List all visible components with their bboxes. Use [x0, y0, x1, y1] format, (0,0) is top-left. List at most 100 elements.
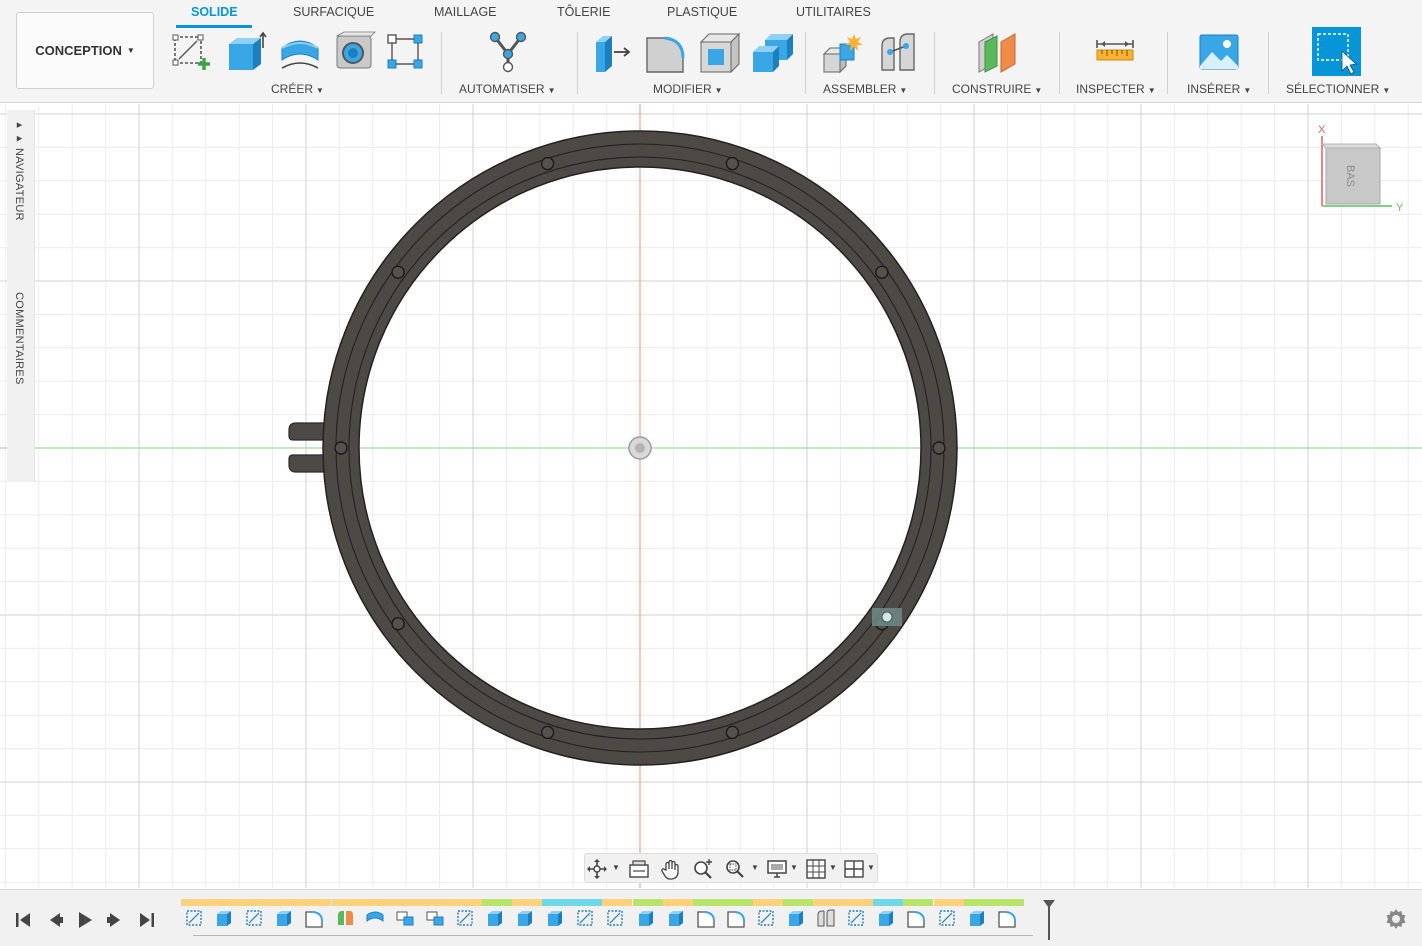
timeline-group-bar: [572, 899, 603, 906]
step-back-icon[interactable]: [44, 909, 66, 931]
insert-image-icon[interactable]: [1197, 30, 1241, 74]
select-menu[interactable]: SÉLECTIONNER ▼: [1286, 82, 1390, 96]
step-forward-icon[interactable]: [104, 909, 126, 931]
timeline-feature-extrude[interactable]: [635, 907, 657, 929]
zoom-dropdown-caret[interactable]: ▼: [751, 863, 759, 872]
timeline-feature-fillet[interactable]: [303, 907, 325, 929]
press-pull-icon[interactable]: [590, 30, 634, 74]
timeline-group-bar: [241, 899, 272, 906]
chevron-down-icon: ▼: [899, 86, 908, 95]
display-dropdown-caret[interactable]: ▼: [790, 863, 798, 872]
toolbar: CONCEPTION ▼ SOLIDE SURFACIQUE MAILLAGE T…: [0, 0, 1422, 103]
tab-plastic[interactable]: PLASTIQUE: [667, 5, 737, 19]
navigator-toggle[interactable]: ▸▸ NAVIGATEUR: [13, 118, 26, 221]
offset-plane-icon[interactable]: [975, 30, 1019, 74]
orbit-icon[interactable]: [585, 857, 609, 881]
viewports-icon[interactable]: [842, 857, 866, 881]
chevron-down-icon: ▼: [1243, 86, 1252, 95]
gear-icon[interactable]: [1384, 907, 1408, 931]
timeline-feature-fillet[interactable]: [725, 907, 747, 929]
timeline-group-bar: [752, 899, 783, 906]
timeline-feature-component[interactable]: [394, 907, 416, 929]
timeline-feature-fillet[interactable]: [905, 907, 927, 929]
tab-solid[interactable]: SOLIDE: [191, 5, 238, 19]
construct-menu-label: CONSTRUIRE: [952, 82, 1032, 96]
timeline-feature-extrude[interactable]: [544, 907, 566, 929]
construct-menu[interactable]: CONSTRUIRE ▼: [952, 82, 1042, 96]
timeline-feature-sketch[interactable]: [604, 907, 626, 929]
timeline-group-bar: [903, 899, 934, 906]
timeline-feature-extrude[interactable]: [966, 907, 988, 929]
timeline-feature-shell[interactable]: [364, 907, 386, 929]
create-menu[interactable]: CRÉER ▼: [271, 82, 324, 96]
timeline-feature-extrude[interactable]: [665, 907, 687, 929]
timeline-feature-extrude[interactable]: [484, 907, 506, 929]
modify-menu[interactable]: MODIFIER ▼: [653, 82, 723, 96]
revolve-icon[interactable]: [278, 30, 322, 74]
timeline-feature-fillet[interactable]: [996, 907, 1018, 929]
automate-icon[interactable]: [486, 30, 530, 74]
inspect-menu[interactable]: INSPECTER ▼: [1076, 82, 1156, 96]
timeline-feature-extrude[interactable]: [875, 907, 897, 929]
timeline-group-bar: [181, 899, 212, 906]
timeline-feature-fillet[interactable]: [695, 907, 717, 929]
grid-settings-icon[interactable]: [804, 857, 828, 881]
insert-menu[interactable]: INSÉRER ▼: [1187, 82, 1251, 96]
timeline: [0, 889, 1422, 946]
tab-utilities[interactable]: UTILITAIRES: [796, 5, 871, 19]
timeline-feature-extrude[interactable]: [514, 907, 536, 929]
workspace-switcher-button[interactable]: CONCEPTION ▼: [16, 12, 154, 89]
timeline-feature-sketch[interactable]: [243, 907, 265, 929]
view-cube[interactable]: X Y BAS: [1316, 120, 1406, 220]
comments-label: COMMENTAIRES: [13, 292, 25, 385]
go-to-end-icon[interactable]: [136, 909, 158, 931]
viewports-dropdown-caret[interactable]: ▼: [867, 863, 875, 872]
timeline-feature-split[interactable]: [334, 907, 356, 929]
comments-toggle[interactable]: COMMENTAIRES: [13, 292, 25, 385]
timeline-feature-extrude[interactable]: [213, 907, 235, 929]
timeline-marker[interactable]: [1043, 900, 1055, 940]
automate-menu[interactable]: AUTOMATISER ▼: [459, 82, 556, 96]
display-settings-icon[interactable]: [765, 857, 789, 881]
pattern-icon[interactable]: [384, 30, 428, 74]
model-scene[interactable]: [0, 104, 1422, 888]
joint-icon[interactable]: [876, 30, 920, 74]
select-icon[interactable]: [1312, 27, 1361, 76]
new-component-icon[interactable]: [820, 30, 864, 74]
toolbar-divider: [1167, 32, 1168, 94]
pan-icon[interactable]: [659, 857, 683, 881]
combine-icon[interactable]: [751, 30, 795, 74]
timeline-feature-sketch[interactable]: [845, 907, 867, 929]
tab-surface[interactable]: SURFACIQUE: [293, 5, 374, 19]
orbit-dropdown-caret[interactable]: ▼: [612, 863, 620, 872]
timeline-group-bar: [692, 899, 723, 906]
grid-dropdown-caret[interactable]: ▼: [829, 863, 837, 872]
canvas-viewport[interactable]: ▸▸ NAVIGATEUR COMMENTAIRES X Y BAS ▼ ▼ ▼…: [0, 104, 1422, 888]
timeline-feature-joint[interactable]: [815, 907, 837, 929]
play-icon[interactable]: [74, 909, 96, 931]
timeline-feature-sketch[interactable]: [574, 907, 596, 929]
view-cube-face-label: BAS: [1344, 165, 1356, 187]
timeline-feature-sketch[interactable]: [936, 907, 958, 929]
zoom-icon[interactable]: [691, 857, 715, 881]
tab-sheet-metal[interactable]: TÔLERIE: [557, 5, 611, 19]
measure-icon[interactable]: [1093, 30, 1137, 74]
assemble-menu[interactable]: ASSEMBLER ▼: [823, 82, 907, 96]
extrude-icon[interactable]: [224, 30, 268, 74]
hole-icon[interactable]: [332, 30, 376, 74]
go-to-start-icon[interactable]: [12, 909, 34, 931]
timeline-feature-sketch[interactable]: [454, 907, 476, 929]
timeline-feature-sketch[interactable]: [183, 907, 205, 929]
tab-mesh[interactable]: MAILLAGE: [434, 5, 497, 19]
fillet-icon[interactable]: [643, 30, 687, 74]
look-at-icon[interactable]: [627, 857, 651, 881]
timeline-feature-component[interactable]: [424, 907, 446, 929]
bolt-hole: [391, 265, 405, 279]
bolt-hole: [875, 265, 889, 279]
timeline-feature-extrude[interactable]: [273, 907, 295, 929]
timeline-feature-extrude[interactable]: [785, 907, 807, 929]
timeline-feature-sketch[interactable]: [755, 907, 777, 929]
sketch-icon[interactable]: [170, 30, 214, 74]
shell-icon[interactable]: [697, 30, 741, 74]
fit-icon[interactable]: [723, 857, 747, 881]
